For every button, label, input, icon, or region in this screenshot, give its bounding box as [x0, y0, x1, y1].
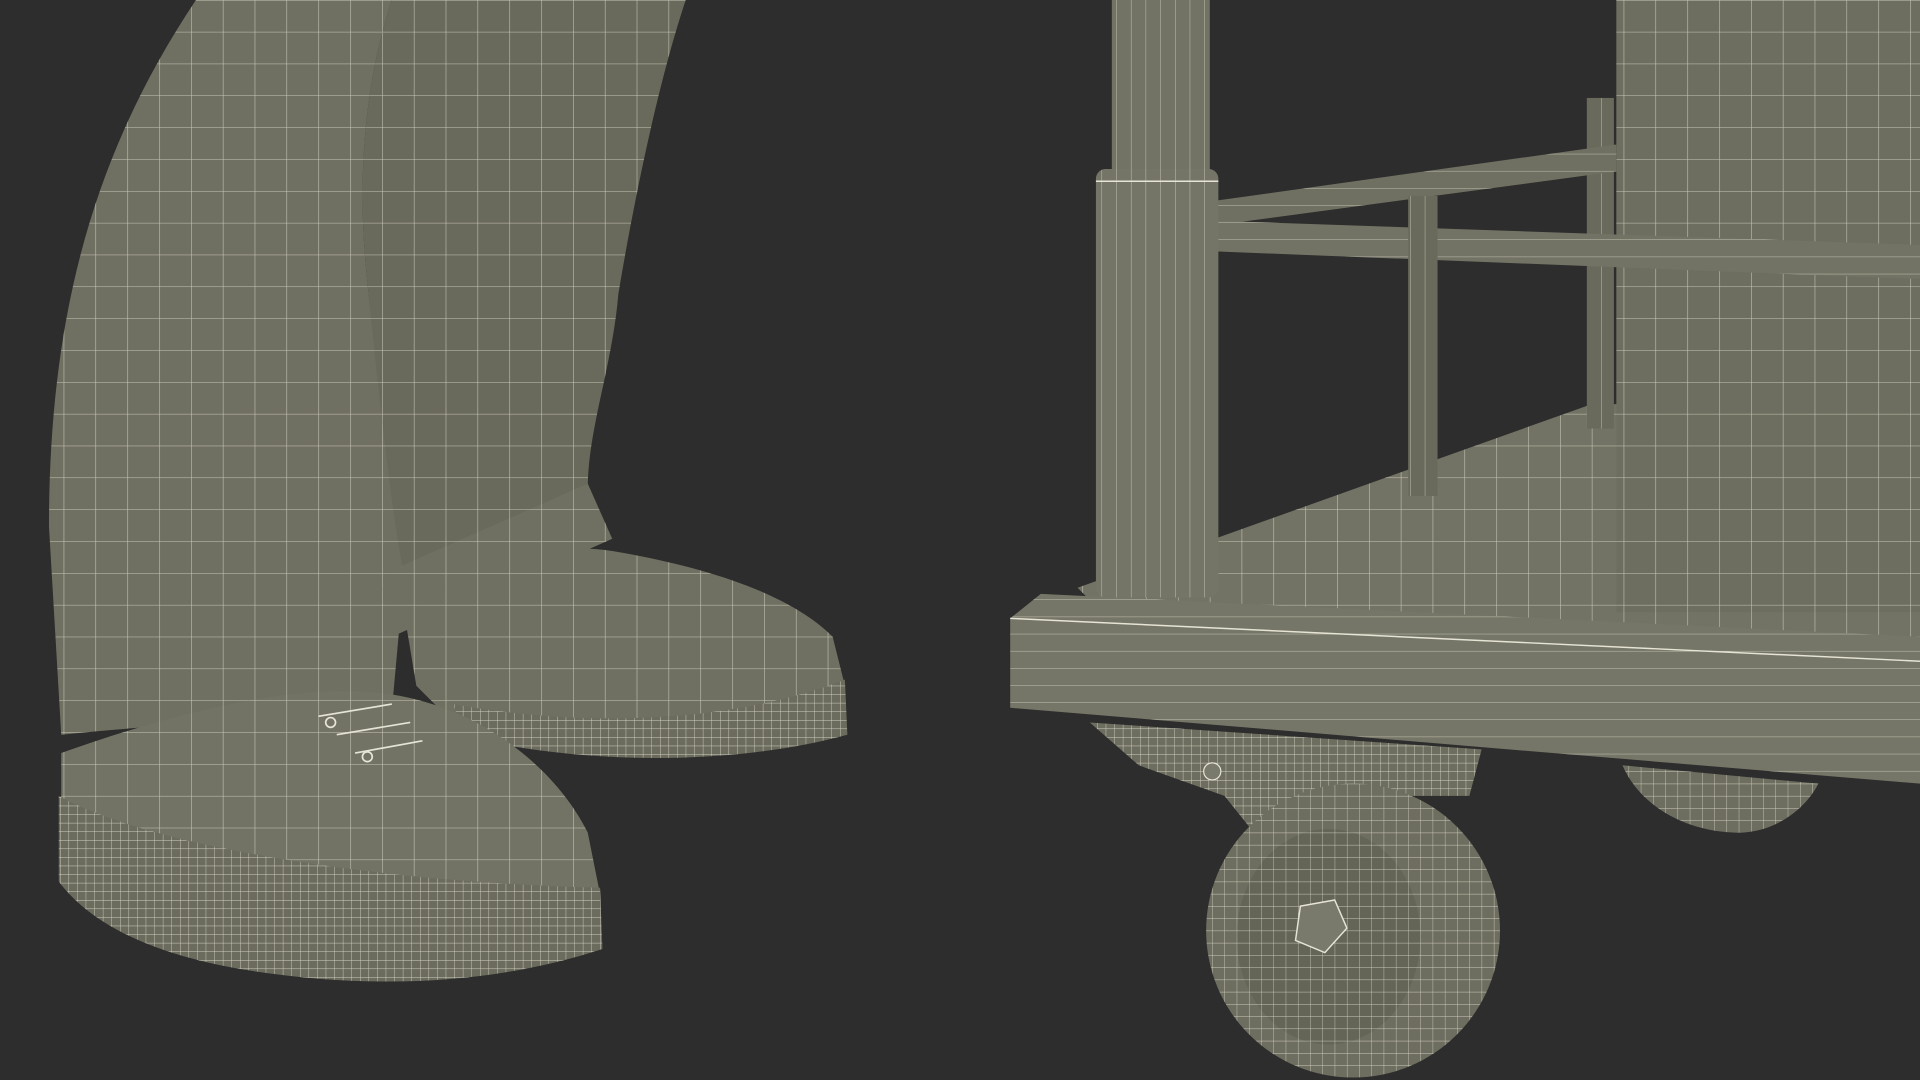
render-viewport — [0, 0, 1920, 1080]
wireframe-render — [48, 0, 1920, 1078]
cart-rail-support — [1408, 195, 1438, 496]
trouser-leg-right — [362, 0, 686, 637]
cart-front-post — [1095, 0, 1219, 598]
trouser-leg-left — [48, 0, 405, 735]
cart-back-panel — [1616, 0, 1920, 613]
caster-wheel-front — [1206, 783, 1500, 1078]
caster-wheel-rear — [1622, 765, 1819, 833]
